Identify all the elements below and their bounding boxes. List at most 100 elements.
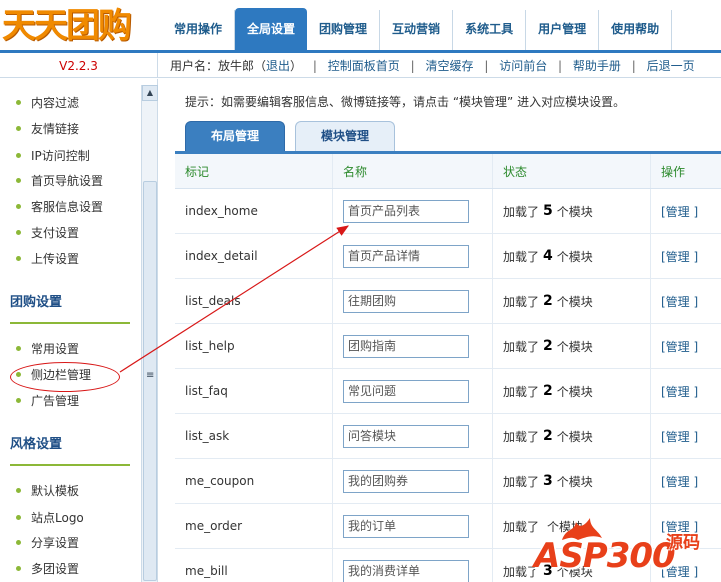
- row-name-input[interactable]: 我的团购券: [343, 469, 469, 493]
- sidebar-item-label: 内容过滤: [31, 96, 80, 110]
- bullet-icon: [16, 126, 21, 131]
- bullet-icon: [16, 398, 21, 403]
- row-mark: me_order: [175, 504, 333, 548]
- column-header-status: 状态: [493, 154, 651, 188]
- sidebar-item-service-info[interactable]: 客服信息设置: [16, 197, 103, 217]
- row-name-input[interactable]: 我的消费详单: [343, 559, 469, 582]
- sidebar-item-payment[interactable]: 支付设置: [16, 223, 79, 243]
- row-name-input[interactable]: 首页产品列表: [343, 199, 469, 223]
- row-action: [管理 ]: [651, 324, 721, 368]
- row-mark: list_help: [175, 324, 333, 368]
- user-bar: 用户名：放牛郎（退出） | 控制面板首页 | 清空缓存 | 访问前台 | 帮助手…: [170, 53, 695, 78]
- row-mark: list_ask: [175, 414, 333, 458]
- nav-tab-user-management[interactable]: 用户管理: [526, 10, 600, 50]
- nav-tab-global-settings[interactable]: 全局设置: [235, 8, 308, 50]
- row-name-cell: 团购指南: [333, 324, 493, 368]
- nav-tab-marketing[interactable]: 互动营销: [380, 10, 454, 50]
- separator: |: [312, 59, 317, 73]
- tab-layout-management[interactable]: 布局管理: [185, 121, 285, 152]
- bullet-icon: [16, 566, 21, 571]
- status-suffix: 个模块: [556, 429, 593, 444]
- row-action: [管理 ]: [651, 459, 721, 503]
- column-header-action: 操作: [661, 164, 686, 179]
- nav-tab-help[interactable]: 使用帮助: [599, 10, 673, 50]
- row-status: 加载了 2 个模块: [493, 324, 651, 368]
- scroll-thumb[interactable]: ≡: [143, 181, 157, 581]
- row-name-input[interactable]: 团购指南: [343, 334, 469, 358]
- bullet-icon: [16, 204, 21, 209]
- sidebar-item-label: 客服信息设置: [31, 200, 104, 214]
- annotation-circle: [10, 362, 120, 392]
- row-action: [管理 ]: [651, 279, 721, 323]
- sidebar-item-content-filter[interactable]: 内容过滤: [16, 93, 79, 113]
- module-count: 2: [543, 338, 553, 354]
- manage-link[interactable]: [管理 ]: [661, 473, 698, 490]
- control-panel-link[interactable]: 控制面板首页: [328, 59, 400, 73]
- bullet-icon: [16, 515, 21, 520]
- sidebar-item-friend-links[interactable]: 友情链接: [16, 119, 79, 139]
- watermark-cn: 源码: [666, 533, 700, 553]
- nav-tab-group-buy[interactable]: 团购管理: [307, 10, 381, 50]
- status-suffix: 个模块: [556, 474, 593, 489]
- bullet-icon: [16, 540, 21, 545]
- hint-text: 提示：如需要编辑客服信息、微博链接等，请点击 “模块管理” 进入对应模块设置。: [185, 95, 626, 109]
- username-close: ）: [290, 59, 303, 73]
- visit-frontend-link[interactable]: 访问前台: [499, 59, 547, 73]
- watermark-logo: ASP300 源码: [534, 518, 721, 582]
- manage-link[interactable]: [管理 ]: [661, 428, 698, 445]
- row-name-input[interactable]: 我的订单: [343, 514, 469, 538]
- site-logo[interactable]: 天天团购: [0, 4, 160, 48]
- sidebar-item-home-nav[interactable]: 首页导航设置: [16, 171, 103, 191]
- sidebar-item-multi-group[interactable]: 多团设置: [16, 559, 79, 579]
- sidebar-item-site-logo[interactable]: 站点Logo: [16, 508, 84, 528]
- sidebar-scrollbar[interactable]: ▲ ≡: [141, 85, 158, 582]
- sidebar-item-ad-management[interactable]: 广告管理: [16, 391, 79, 411]
- sidebar-item-label: 友情链接: [31, 122, 80, 136]
- manage-link[interactable]: [管理 ]: [661, 293, 698, 310]
- row-name-input[interactable]: 往期团购: [343, 289, 469, 313]
- row-name-cell: 首页产品列表: [333, 189, 493, 233]
- module-count: 2: [543, 428, 553, 444]
- column-header-mark: 标记: [175, 154, 333, 188]
- status-prefix: 加载了: [503, 474, 540, 489]
- nav-tab-system-tools[interactable]: 系统工具: [453, 10, 527, 50]
- tab-module-management[interactable]: 模块管理: [295, 121, 395, 152]
- sidebar-item-share-settings[interactable]: 分享设置: [16, 533, 79, 553]
- row-status: 加载了 2 个模块: [493, 414, 651, 458]
- bullet-icon: [16, 178, 21, 183]
- help-manual-link[interactable]: 帮助手册: [573, 59, 621, 73]
- row-name-cell: 我的订单: [333, 504, 493, 548]
- bullet-icon: [16, 230, 21, 235]
- row-mark: list_deals: [175, 279, 333, 323]
- logout-link[interactable]: 退出: [266, 59, 290, 73]
- row-name-cell: 我的消费详单: [333, 549, 493, 582]
- sidebar-item-ip-control[interactable]: IP访问控制: [16, 146, 90, 166]
- row-status: 加载了 4 个模块: [493, 234, 651, 278]
- table-row: index_home 首页产品列表 加载了 5 个模块 [管理 ]: [175, 189, 721, 234]
- manage-link[interactable]: [管理 ]: [661, 203, 698, 220]
- row-name-input[interactable]: 常见问题: [343, 379, 469, 403]
- status-prefix: 加载了: [503, 204, 540, 219]
- sidebar-item-upload[interactable]: 上传设置: [16, 249, 79, 269]
- nav-tab-common[interactable]: 常用操作: [162, 10, 236, 50]
- table-row: index_detail 首页产品详情 加载了 4 个模块 [管理 ]: [175, 234, 721, 279]
- manage-link[interactable]: [管理 ]: [661, 383, 698, 400]
- column-header-name: 名称: [333, 154, 493, 188]
- scroll-up-icon[interactable]: ▲: [142, 85, 158, 101]
- sidebar-item-default-template[interactable]: 默认模板: [16, 481, 79, 501]
- clear-cache-link[interactable]: 清空缓存: [425, 59, 473, 73]
- manage-link[interactable]: [管理 ]: [661, 338, 698, 355]
- status-prefix: 加载了: [503, 339, 540, 354]
- row-name-input[interactable]: 首页产品详情: [343, 244, 469, 268]
- status-suffix: 个模块: [556, 249, 593, 264]
- sidebar-item-label: 多团设置: [31, 562, 80, 576]
- sidebar-item-common-settings[interactable]: 常用设置: [16, 339, 79, 359]
- status-prefix: 加载了: [503, 384, 540, 399]
- sidebar-item-label: IP访问控制: [31, 149, 90, 163]
- bullet-icon: [16, 153, 21, 158]
- row-mark: index_detail: [175, 234, 333, 278]
- go-back-link[interactable]: 后退一页: [647, 59, 695, 73]
- version-label: V2.2.3: [0, 53, 158, 78]
- row-name-input[interactable]: 问答模块: [343, 424, 469, 448]
- manage-link[interactable]: [管理 ]: [661, 248, 698, 265]
